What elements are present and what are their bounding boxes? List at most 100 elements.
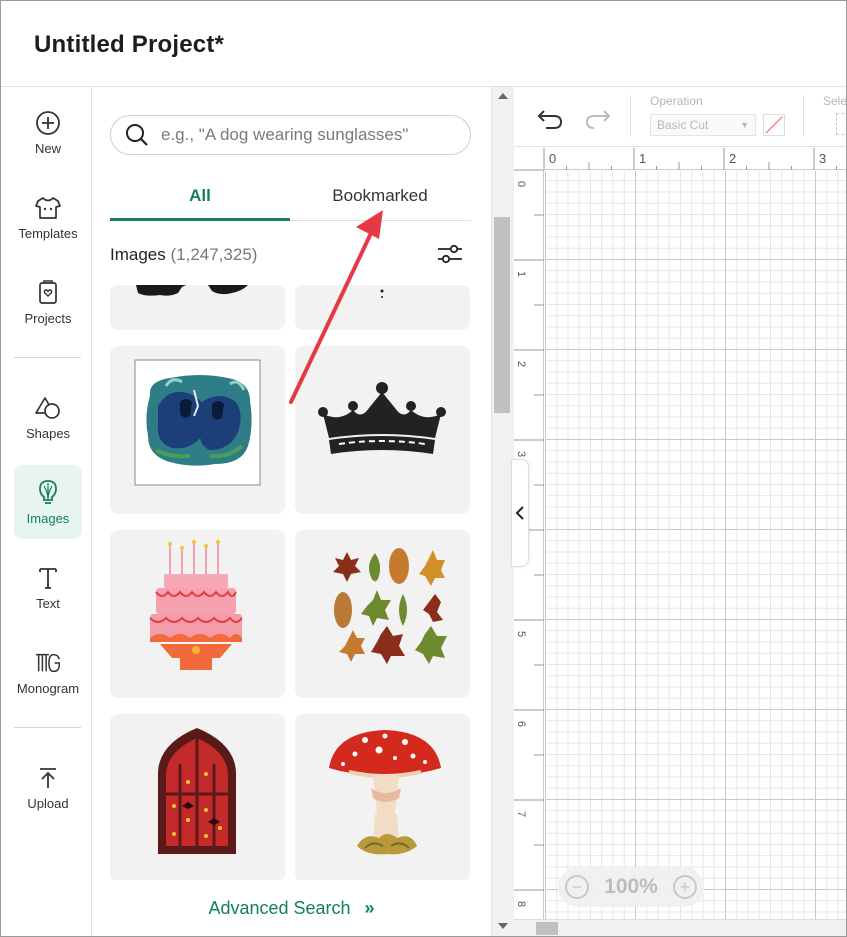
ruler-left-label: 5 (515, 630, 528, 638)
nav-images[interactable]: Images (14, 465, 82, 539)
dropdown-caret-icon: ▼ (740, 120, 749, 130)
nav-projects-label: Projects (24, 310, 72, 326)
nav-monogram[interactable]: Monogram (14, 635, 82, 709)
birthday-cake-image (149, 540, 243, 670)
image-tabs: All Bookmarked (110, 179, 471, 221)
ruler-top-label: 3 (819, 151, 827, 166)
images-heading: Images (1,247,325) (110, 245, 257, 265)
canvas-toolbar: Operation Basic Cut ▼ Sele (514, 87, 847, 147)
image-card-dot[interactable] (295, 285, 470, 330)
project-title[interactable]: Untitled Project* (34, 31, 224, 59)
toolbar-divider (803, 95, 804, 137)
rail-divider (14, 357, 81, 358)
operation-label: Operation (650, 94, 703, 108)
double-chevron-right-icon: » (364, 897, 375, 918)
nav-templates-label: Templates (18, 225, 78, 241)
nav-shapes-label: Shapes (25, 425, 71, 441)
mushroom-image (329, 730, 441, 855)
ruler-left-label: 7 (515, 810, 528, 818)
select-all-icon[interactable] (836, 113, 846, 135)
zoom-control: − 100% + (558, 867, 704, 907)
nav-text[interactable]: Text (14, 550, 82, 624)
tshirt-icon (34, 194, 62, 222)
app-header: Untitled Project* (1, 1, 846, 87)
advanced-search-link[interactable]: Advanced Search » (92, 880, 491, 936)
image-results-grid (110, 285, 470, 881)
search-icon (126, 124, 148, 146)
zoom-out-button[interactable]: − (565, 875, 589, 899)
text-icon (34, 564, 62, 592)
horizontal-scrollbar-thumb[interactable] (536, 922, 558, 935)
couple-art-image (134, 359, 261, 486)
scrollbar-thumb[interactable] (494, 217, 510, 413)
scroll-up-icon[interactable] (498, 93, 508, 99)
canvas-grid[interactable] (545, 171, 846, 936)
ruler-top-label: 2 (729, 151, 737, 166)
ruler-left-label: 1 (515, 270, 528, 278)
image-card-gothic-window[interactable] (110, 714, 285, 881)
images-label: Images (110, 245, 166, 264)
chevron-left-icon (515, 506, 524, 520)
ruler-left-label: 0 (515, 180, 528, 188)
shapes-icon (34, 394, 62, 422)
ruler-left-label: 6 (515, 720, 528, 728)
undo-icon[interactable] (536, 105, 564, 131)
images-count: (1,247,325) (170, 245, 258, 264)
app-window: Untitled Project* New Templates Projects (0, 0, 847, 937)
nav-new-label: New (34, 140, 61, 156)
nav-text-label: Text (36, 595, 60, 611)
image-search-input[interactable] (161, 125, 451, 145)
plus-circle-icon (34, 109, 62, 137)
zoom-level: 100% (604, 875, 658, 898)
upload-icon (34, 764, 62, 792)
image-card-mushroom[interactable] (295, 714, 470, 881)
nav-images-label: Images (26, 510, 70, 526)
ruler-left-label: 8 (515, 900, 528, 908)
nav-new[interactable]: New (14, 95, 82, 169)
collapse-panel-button[interactable] (511, 459, 529, 567)
nav-projects[interactable]: Projects (14, 265, 82, 339)
silhouette-image (136, 285, 248, 296)
gothic-window-image (158, 728, 236, 854)
operation-value: Basic Cut (657, 118, 709, 132)
images-panel: All Bookmarked Images (1,247,325) (92, 87, 491, 936)
image-card-couple[interactable] (110, 346, 285, 514)
select-all-label: Sele (823, 94, 847, 108)
image-card-silhouette[interactable] (110, 285, 285, 330)
nav-upload-label: Upload (27, 795, 69, 811)
operation-select[interactable]: Basic Cut ▼ (650, 114, 756, 136)
left-nav-rail: New Templates Projects Shapes Images Tex… (1, 87, 92, 936)
image-search-box[interactable] (110, 115, 471, 155)
ruler-top-ticks (544, 148, 837, 170)
crown-image (318, 382, 446, 454)
ruler-left-label: 2 (515, 360, 528, 368)
projects-icon (34, 279, 62, 307)
monogram-icon (34, 649, 62, 677)
ruler-left-label: 3 (515, 450, 528, 458)
image-card-leaves[interactable] (295, 530, 470, 698)
nav-templates[interactable]: Templates (14, 180, 82, 254)
canvas-horizontal-scrollbar[interactable] (514, 919, 846, 936)
nav-shapes[interactable]: Shapes (14, 380, 82, 454)
nav-monogram-label: Monogram (16, 680, 80, 696)
tab-all[interactable]: All (110, 179, 290, 221)
toolbar-divider (630, 95, 631, 137)
advanced-search-label: Advanced Search (208, 897, 351, 918)
autumn-leaves-image (333, 548, 447, 664)
redo-icon[interactable] (584, 105, 612, 131)
design-canvas[interactable]: 0 1 2 3 0 1 2 3 4 5 6 7 8 (514, 148, 846, 936)
ruler-top-label: 1 (639, 151, 647, 166)
zoom-in-button[interactable]: + (673, 875, 697, 899)
ruler-top-label: 0 (549, 151, 557, 166)
tab-bookmarked[interactable]: Bookmarked (290, 179, 470, 221)
ruler-corner (514, 148, 544, 170)
ruler-top: 0 1 2 3 (544, 148, 846, 170)
image-card-crown[interactable] (295, 346, 470, 514)
image-card-cake[interactable] (110, 530, 285, 698)
scroll-down-icon[interactable] (498, 923, 508, 929)
dot-image (380, 289, 384, 298)
rail-divider (14, 727, 81, 728)
color-swatch-none-icon[interactable] (763, 114, 785, 136)
filter-sliders-icon[interactable] (436, 243, 464, 265)
nav-upload[interactable]: Upload (14, 750, 82, 824)
